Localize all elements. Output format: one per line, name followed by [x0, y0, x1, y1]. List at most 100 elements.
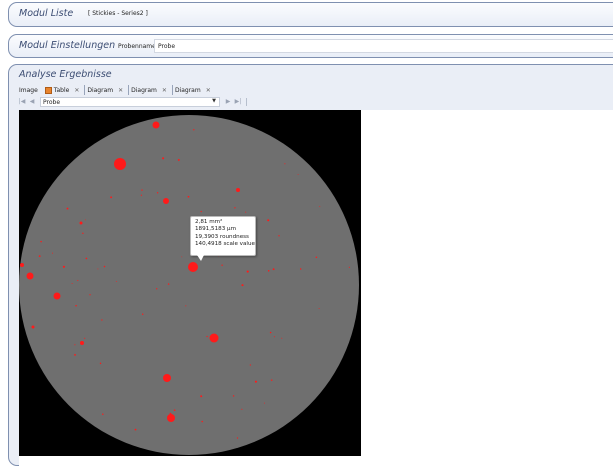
- result-content: 2,81 mm² 1891,5183 µm 19,3903 roundness …: [19, 110, 613, 466]
- toolbar-separator: [246, 97, 247, 106]
- particle-speck: [40, 240, 42, 243]
- particle-speck: [236, 437, 239, 439]
- particle-speck: [115, 281, 117, 283]
- particle-speck: [272, 268, 275, 271]
- particle-speck: [177, 158, 180, 161]
- particle[interactable]: [167, 414, 175, 422]
- particle[interactable]: [80, 341, 84, 345]
- tab-table-label: Table: [53, 86, 70, 94]
- particle[interactable]: [53, 292, 61, 300]
- particle[interactable]: [114, 158, 126, 170]
- particle-speck: [281, 337, 283, 339]
- image-toolbar: |◀ ◀ Probe ▼ ▶ ▶|: [17, 96, 613, 107]
- particle-speck: [299, 268, 302, 270]
- analysis-image[interactable]: [19, 110, 361, 456]
- last-page-icon[interactable]: ▶|: [233, 98, 243, 105]
- particle-speck: [141, 189, 143, 191]
- table-icon: [44, 86, 52, 94]
- close-icon[interactable]: ✕: [206, 87, 211, 94]
- tab-diagram-1-label: Diagram: [87, 86, 114, 94]
- particle-speck: [284, 163, 286, 165]
- particle[interactable]: [163, 198, 169, 204]
- particle-speck: [99, 362, 102, 365]
- tab-image-label: Image: [19, 86, 38, 94]
- particle-speck: [156, 192, 159, 194]
- tab-diagram-2-label: Diagram: [131, 86, 157, 94]
- tooltip-scale: 140,4918 scale value: [195, 241, 255, 248]
- particle-speck: [273, 336, 275, 338]
- particle-speck: [200, 210, 202, 213]
- tooltip-perimeter: 1891,5183 µm: [195, 226, 237, 233]
- particle-speck: [156, 288, 158, 290]
- chevron-down-icon: ▼: [212, 97, 216, 104]
- modul-einstellungen-panel: Modul Einstellungen Probenname Probe: [8, 34, 613, 58]
- close-icon[interactable]: ✕: [74, 87, 79, 94]
- particle-speck: [201, 420, 203, 423]
- particle-speck: [103, 265, 106, 268]
- particle[interactable]: [31, 325, 35, 329]
- particle[interactable]: [26, 272, 34, 280]
- particle-speck: [97, 268, 99, 270]
- series-label[interactable]: [ Stickies - Series2 ]: [88, 10, 148, 17]
- particle-speck: [263, 402, 265, 404]
- particle-speck: [140, 194, 143, 196]
- particle-speck: [269, 331, 272, 334]
- particle-speck: [315, 256, 318, 259]
- particle-speck: [102, 413, 104, 415]
- tab-diagram-3[interactable]: Diagram ✕: [171, 85, 213, 95]
- particle-speck: [318, 307, 320, 309]
- particle[interactable]: [188, 262, 198, 272]
- particle-speck: [85, 219, 86, 221]
- tab-diagram-3-label: Diagram: [174, 86, 201, 94]
- probenname-input[interactable]: Probe: [154, 39, 613, 53]
- close-icon[interactable]: ✕: [162, 87, 167, 94]
- particle-speck: [234, 207, 236, 209]
- particle-speck: [181, 256, 183, 258]
- tooltip-roundness: 19,3903 roundness: [195, 233, 249, 240]
- particle-tooltip: 2,81 mm² 1891,5183 µm 19,3903 roundness …: [190, 216, 256, 261]
- particle-speck: [85, 257, 88, 260]
- analyse-ergebnisse-title: Analyse Ergebnisse: [19, 69, 112, 80]
- particle-speck: [84, 337, 86, 339]
- particle[interactable]: [79, 221, 83, 225]
- particle-speck: [167, 283, 170, 285]
- particle[interactable]: [20, 263, 24, 267]
- particle-speck: [77, 279, 79, 281]
- analyse-ergebnisse-panel: Analyse Ergebnisse Image Table ✕ Diagram…: [8, 64, 613, 466]
- first-page-icon[interactable]: |◀: [17, 98, 27, 105]
- probe-select[interactable]: Probe ▼: [40, 96, 220, 107]
- previous-icon[interactable]: ◀: [27, 98, 37, 105]
- modul-liste-panel: Modul Liste [ Stickies - Series2 ]: [8, 2, 613, 27]
- particle-speck: [38, 255, 41, 257]
- result-tabbar: Image Table ✕ Diagram ✕ Diagram ✕ Diagra…: [17, 85, 216, 95]
- particle-speck: [66, 207, 69, 210]
- particle-speck: [141, 313, 144, 315]
- particle-speck: [89, 294, 91, 296]
- particle-speck: [241, 408, 243, 410]
- particle[interactable]: [163, 374, 171, 382]
- tab-diagram-2[interactable]: Diagram ✕: [128, 85, 169, 95]
- particle[interactable]: [236, 188, 240, 192]
- particle-speck: [254, 380, 257, 383]
- probe-select-value: Probe: [43, 98, 61, 106]
- particle-speck: [52, 252, 53, 254]
- particle-speck: [348, 266, 350, 268]
- particle-speck: [241, 284, 244, 287]
- particle-speck: [173, 409, 176, 412]
- particle-speck: [75, 304, 77, 307]
- modul-liste-title: Modul Liste: [19, 8, 74, 19]
- particle-speck: [74, 344, 76, 346]
- particle-speck: [101, 319, 103, 321]
- particle[interactable]: [209, 333, 219, 343]
- tab-image[interactable]: Image: [17, 85, 40, 95]
- particle[interactable]: [152, 121, 160, 129]
- particle-speck: [134, 428, 137, 431]
- particle-speck: [267, 219, 270, 222]
- tab-table[interactable]: Table ✕: [43, 85, 82, 95]
- next-icon[interactable]: ▶: [223, 98, 233, 105]
- tab-diagram-1[interactable]: Diagram ✕: [84, 85, 125, 95]
- particle-speck: [232, 395, 235, 397]
- particle-speck: [187, 195, 190, 198]
- particle-speck: [246, 270, 249, 273]
- close-icon[interactable]: ✕: [118, 87, 123, 94]
